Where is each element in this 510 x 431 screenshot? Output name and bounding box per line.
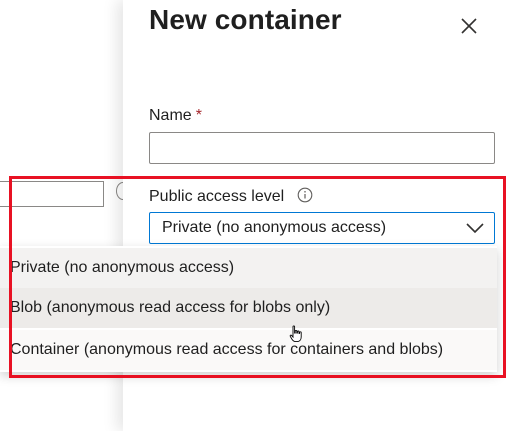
close-icon (461, 18, 477, 34)
option-blob[interactable]: Blob (anonymous read access for blobs on… (0, 288, 497, 328)
chevron-down-icon (466, 221, 484, 240)
name-label: Name * (149, 107, 202, 125)
close-button[interactable] (456, 13, 482, 39)
name-input[interactable] (149, 132, 495, 164)
background-input[interactable] (0, 181, 104, 207)
select-value: Private (no anonymous access) (162, 219, 387, 236)
required-marker: * (195, 107, 202, 124)
hand-pointer-icon (289, 325, 303, 348)
public-access-select[interactable]: Private (no anonymous access) (149, 212, 495, 244)
public-access-label-text: Public access level (149, 188, 285, 205)
access-level-dropdown: Private (no anonymous access) Blob (anon… (0, 246, 497, 372)
public-access-label: Public access level (149, 187, 313, 208)
option-private[interactable]: Private (no anonymous access) (0, 248, 497, 288)
info-icon[interactable] (297, 187, 313, 208)
name-label-text: Name (149, 107, 192, 124)
option-container[interactable]: Container (anonymous read access for con… (0, 330, 497, 370)
panel-title: New container (149, 4, 342, 35)
